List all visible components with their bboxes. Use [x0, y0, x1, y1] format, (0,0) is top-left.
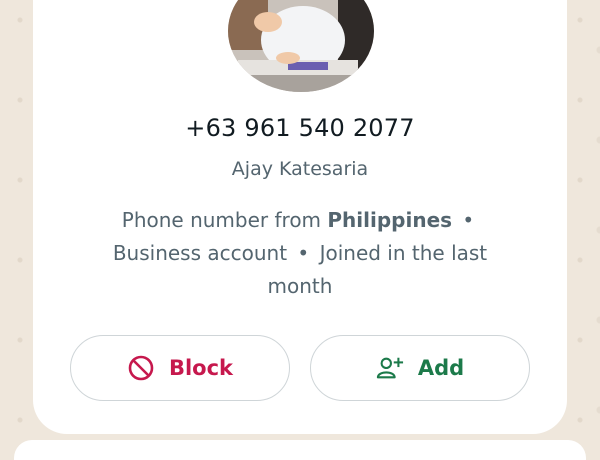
add-contact-icon — [376, 354, 404, 382]
next-section-card — [14, 440, 586, 460]
block-label: Block — [168, 356, 234, 380]
contact-name: Ajay Katesaria — [231, 158, 369, 180]
separator-2: • — [297, 241, 310, 265]
info-prefix: Phone number from — [121, 208, 328, 232]
add-contact-button[interactable]: Add — [310, 335, 530, 401]
phone-number: +63 961 540 2077 — [185, 114, 415, 142]
block-button[interactable]: Block — [70, 335, 290, 401]
add-label: Add — [417, 356, 465, 380]
block-icon — [127, 354, 155, 382]
account-info: Phone number from Philippines • Business… — [95, 204, 505, 303]
info-account-type: Business account — [112, 241, 288, 265]
info-country: Philippines — [327, 208, 453, 232]
separator-1: • — [462, 208, 475, 232]
